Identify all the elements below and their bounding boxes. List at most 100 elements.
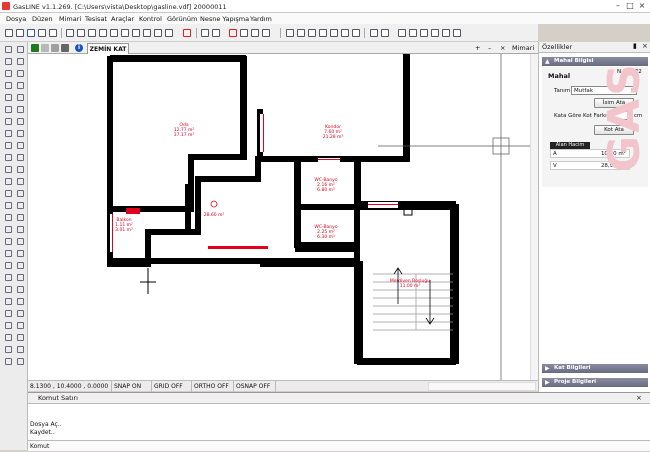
redo-icon[interactable] [212, 29, 220, 37]
tool-icon[interactable] [17, 238, 24, 245]
snap-toggle[interactable]: SNAP ON [112, 381, 152, 392]
pipe-icon[interactable] [88, 29, 96, 37]
tool-icon[interactable] [17, 94, 24, 101]
new-icon[interactable] [5, 29, 13, 37]
tool-icon[interactable] [5, 250, 12, 257]
menu-gorunum[interactable]: Görünüm [167, 15, 197, 23]
close-button[interactable]: × [636, 1, 648, 11]
tool-icon[interactable] [5, 358, 12, 365]
tool-icon[interactable] [17, 82, 24, 89]
tab-zemin-kat[interactable]: ZEMİN KAT [87, 43, 129, 54]
dim3-icon[interactable] [308, 29, 316, 37]
tool-icon[interactable] [5, 310, 12, 317]
tool-icon[interactable] [5, 118, 12, 125]
layer4-icon[interactable] [61, 44, 69, 52]
dim-icon[interactable] [286, 29, 294, 37]
horizontal-scrollbar[interactable] [428, 382, 536, 391]
arc-icon[interactable] [99, 29, 107, 37]
tool-icon[interactable] [17, 274, 24, 281]
command-input[interactable]: Komut [28, 440, 650, 451]
print-icon[interactable] [38, 29, 46, 37]
tool-icon[interactable] [17, 214, 24, 221]
line-icon[interactable] [66, 29, 74, 37]
tool-icon[interactable] [5, 202, 12, 209]
parallel-icon[interactable] [341, 29, 349, 37]
open-icon[interactable] [16, 29, 24, 37]
tool-icon[interactable] [5, 322, 12, 329]
save-icon[interactable] [27, 29, 35, 37]
tool-icon[interactable] [5, 226, 12, 233]
menu-mimari[interactable]: Mimari [59, 15, 81, 23]
proje-bilgileri-header[interactable]: ▶ Proje Bilgileri [542, 378, 648, 387]
measure-icon[interactable] [409, 29, 417, 37]
close-tab-icon[interactable]: × [500, 44, 505, 52]
drawing-canvas[interactable]: Oda 12.77 m² 37.17 m³ Koridor 7.60 m² 21… [28, 54, 538, 380]
tool-icon[interactable] [17, 202, 24, 209]
tool-icon[interactable] [17, 310, 24, 317]
tool-icon[interactable] [5, 82, 12, 89]
menu-dosya[interactable]: Dosya [6, 15, 26, 23]
tool-icon[interactable] [5, 238, 12, 245]
circle-icon[interactable] [154, 29, 162, 37]
osnap-toggle[interactable]: OSNAP OFF [234, 381, 276, 392]
tool-icon[interactable] [5, 298, 12, 305]
tool-icon[interactable] [17, 334, 24, 341]
menu-duzen[interactable]: Düzen [32, 15, 53, 23]
tool-icon[interactable] [5, 142, 12, 149]
perp-icon[interactable] [352, 29, 360, 37]
tool-icon[interactable] [5, 274, 12, 281]
label-icon[interactable] [442, 29, 450, 37]
tool-icon[interactable] [17, 286, 24, 293]
tool-icon[interactable] [5, 106, 12, 113]
tee-icon[interactable] [453, 29, 461, 37]
cross-icon[interactable] [143, 29, 151, 37]
undo-icon[interactable] [201, 29, 209, 37]
angle-icon[interactable] [330, 29, 338, 37]
tool-icon[interactable] [5, 166, 12, 173]
tool-icon[interactable] [5, 58, 12, 65]
mirror-icon[interactable] [132, 29, 140, 37]
menu-yardim[interactable]: Yardım [250, 15, 272, 23]
zoom-in-icon[interactable]: + [475, 44, 480, 52]
grid-toggle[interactable]: GRID OFF [152, 381, 192, 392]
canvas-scrollbar[interactable] [530, 54, 538, 380]
maximize-button[interactable]: □ [624, 1, 636, 11]
info-icon[interactable]: i [75, 44, 83, 52]
tool-icon[interactable] [5, 94, 12, 101]
tool-icon[interactable] [17, 178, 24, 185]
tool-icon[interactable] [17, 58, 24, 65]
kat-bilgileri-header[interactable]: ▶ Kat Bilgileri [542, 364, 648, 373]
paste-icon[interactable] [251, 29, 259, 37]
delete-icon[interactable] [183, 29, 191, 37]
tool-icon[interactable] [17, 322, 24, 329]
fitting-icon[interactable] [165, 29, 173, 37]
layer3-icon[interactable] [51, 44, 59, 52]
erase-icon[interactable] [229, 29, 237, 37]
minimize-button[interactable]: – [612, 1, 624, 11]
tool-icon[interactable] [17, 346, 24, 353]
layer2-icon[interactable] [41, 44, 49, 52]
copy-icon[interactable] [240, 29, 248, 37]
move-icon[interactable] [110, 29, 118, 37]
tool-icon[interactable] [17, 70, 24, 77]
level-icon[interactable] [420, 29, 428, 37]
ortho-toggle[interactable]: ORTHO OFF [192, 381, 234, 392]
cut-icon[interactable] [49, 29, 57, 37]
dim2-icon[interactable] [297, 29, 305, 37]
tool-icon[interactable] [5, 334, 12, 341]
tool-icon[interactable] [5, 262, 12, 269]
menu-kontrol[interactable]: Kontrol [139, 15, 162, 23]
tool-icon[interactable] [17, 190, 24, 197]
tool-icon[interactable] [5, 214, 12, 221]
edit-icon[interactable] [262, 29, 270, 37]
alan-hacim-tab[interactable]: Alan Hacim [550, 142, 590, 149]
tool-icon[interactable] [5, 70, 12, 77]
tool-icon[interactable] [17, 358, 24, 365]
snap-icon[interactable] [319, 29, 327, 37]
menu-nesne-yapisma[interactable]: Nesne Yapışma [200, 15, 249, 23]
tool-icon[interactable] [17, 142, 24, 149]
floor-plan[interactable]: Oda 12.77 m² 37.17 m³ Koridor 7.60 m² 21… [28, 54, 538, 380]
tool-icon[interactable] [17, 298, 24, 305]
tool-icon[interactable] [17, 118, 24, 125]
tool-icon[interactable] [5, 178, 12, 185]
